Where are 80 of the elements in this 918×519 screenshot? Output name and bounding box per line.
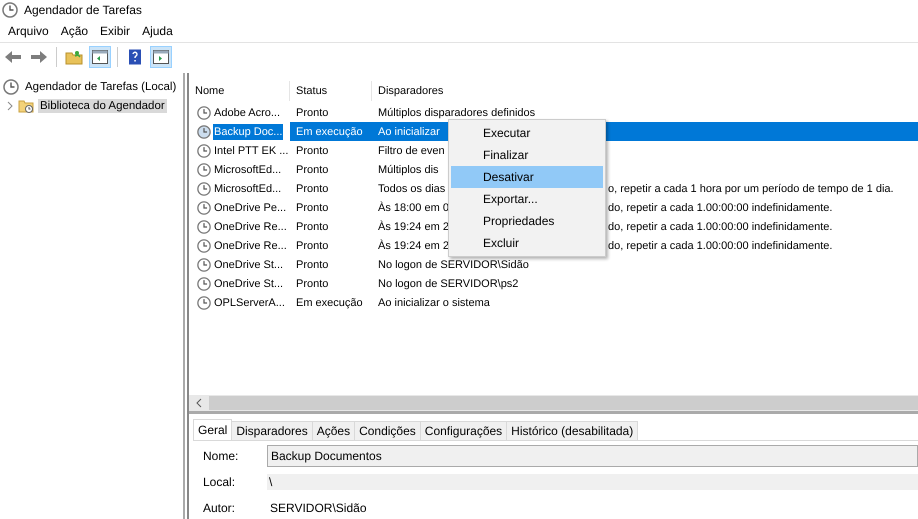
tree-item[interactable]: Agendador de Tarefas (Local) [23, 80, 178, 94]
table-cell-text: Pronto [295, 162, 330, 178]
tab[interactable]: Ações [312, 421, 356, 440]
table-cell: Filtro de even [378, 144, 445, 156]
name-field[interactable]: Backup Documentos [267, 445, 918, 467]
menu-item[interactable]: Ação [54, 24, 94, 38]
clock-icon [197, 144, 211, 158]
table-cell-text: Pronto [295, 182, 330, 196]
table-cell: Todos os dias [378, 182, 446, 194]
tab[interactable]: Geral [193, 419, 232, 440]
table-cell: do, repetir a cada 1.00:00:00 indefinidamente. [608, 240, 832, 252]
table-cell: Em execução [290, 122, 372, 141]
clock-icon [197, 200, 211, 214]
table-cell: Ao inicializar [378, 126, 440, 138]
clock-icon [197, 220, 211, 234]
table-cell: do, repetir a cada 1.00:00:00 indefinidamente. [608, 202, 832, 214]
tab[interactable]: Disparadores [231, 421, 313, 440]
table-cell: o, repetir a cada 1 hora por um período de tempo de 1 dia. [608, 182, 894, 194]
scrollbar[interactable] [189, 395, 918, 411]
menu-item[interactable]: Arquivo [2, 24, 55, 38]
task-name[interactable]: OneDrive Re... [213, 238, 288, 254]
chevron-left-icon[interactable] [195, 398, 203, 408]
field-label: Local: [202, 475, 236, 489]
clock-icon [197, 182, 211, 196]
clock-icon [3, 78, 19, 94]
menu-item[interactable]: Excluir [451, 232, 603, 254]
table-cell-text: Pronto [295, 220, 330, 234]
clock-icon [197, 106, 211, 120]
menu-item[interactable]: Exibir [94, 24, 136, 38]
table-cell-text: Pronto [295, 258, 330, 272]
task-name[interactable]: OneDrive St... [213, 276, 284, 292]
table-cell-text: Pronto [295, 238, 330, 254]
clock-icon [197, 258, 211, 272]
task-name[interactable]: Adobe Acro... [213, 104, 282, 120]
window-title: Agendador de Tarefas [24, 3, 142, 17]
tab[interactable]: Configurações [420, 421, 508, 440]
table-cell: No logon de SERVIDOR\Sidão [378, 258, 529, 270]
table-cell: do, repetir a cada 1.00:00:00 indefinidamente. [608, 220, 832, 232]
tab[interactable]: Histórico (desabilitada) [506, 421, 638, 440]
menu-item[interactable]: Exportar... [451, 188, 603, 210]
task-name[interactable]: OPLServerA... [213, 294, 286, 310]
table-cell-text: Pronto [295, 276, 330, 292]
folder-clock-icon [18, 98, 34, 114]
table-cell-text: Pronto [295, 200, 330, 216]
task-name[interactable]: MicrosoftEd... [213, 180, 282, 196]
table-cell: Múltiplos disparadores definidos [378, 106, 536, 118]
location-field: \ [267, 474, 918, 490]
task-name[interactable]: OneDrive St... [213, 256, 284, 272]
menu-item[interactable]: Propriedades [451, 210, 603, 232]
clock-icon [197, 162, 211, 176]
clock-icon [197, 276, 211, 290]
menu-item[interactable]: Desativar [451, 166, 603, 188]
task-name[interactable]: MicrosoftEd... [213, 162, 282, 178]
table-cell: Múltiplos dis [378, 164, 439, 176]
tree-item[interactable]: Biblioteca do Agendador [38, 98, 167, 112]
tab[interactable]: Condições [354, 421, 421, 440]
table-cell: Ao inicializar o sistema [378, 296, 490, 308]
clock-icon [197, 238, 211, 252]
task-name[interactable]: OneDrive Pe... [213, 200, 288, 216]
table-cell: No logon de SERVIDOR\ps2 [378, 278, 518, 290]
chevron-icon[interactable] [6, 100, 14, 110]
table-cell-text: Pronto [295, 106, 330, 120]
field-label: Nome: [202, 449, 240, 463]
field-label: Autor: [202, 501, 236, 515]
panel-button[interactable] [89, 46, 111, 68]
menu-item[interactable]: Executar [451, 122, 603, 144]
table-cell-text: Em execução [295, 296, 364, 310]
menu-item[interactable]: Ajuda [136, 24, 179, 38]
task-name[interactable]: Backup Doc... [213, 124, 284, 140]
column-header[interactable]: Status [290, 81, 372, 101]
menu-item[interactable]: Finalizar [451, 144, 603, 166]
task-name[interactable]: Intel PTT EK ... [213, 142, 290, 158]
task-name[interactable]: OneDrive Re... [213, 218, 288, 234]
table-cell-text: Pronto [295, 144, 330, 158]
clock-icon [197, 296, 211, 310]
clock-icon [197, 124, 211, 138]
field-value: SERVIDOR\Sidão [269, 501, 366, 515]
column-header[interactable]: Nome [189, 81, 290, 101]
column-header[interactable]: Disparadores [372, 81, 918, 101]
panel-button[interactable] [150, 46, 172, 68]
